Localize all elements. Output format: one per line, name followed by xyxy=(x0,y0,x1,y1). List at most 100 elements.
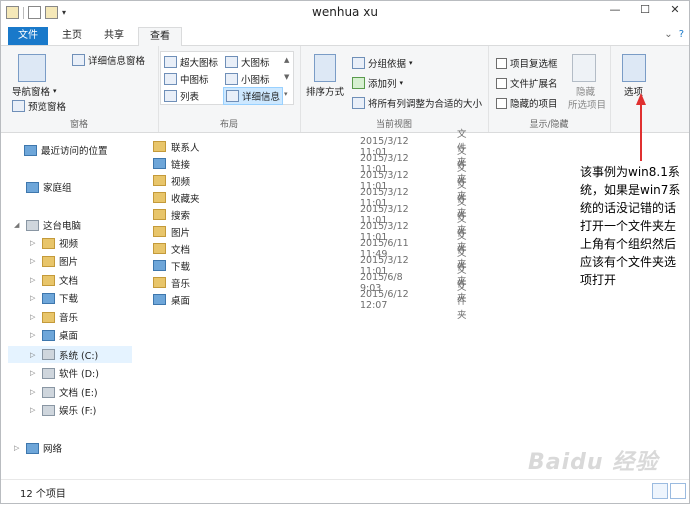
sort-icon[interactable] xyxy=(314,54,336,82)
nav-drive-d[interactable]: ▷ 软件 (D:) xyxy=(30,366,99,380)
options-icon[interactable] xyxy=(622,54,646,82)
xlarge-icons-icon xyxy=(164,56,177,68)
close-button[interactable]: ✕ xyxy=(660,0,690,20)
hidden-items-toggle[interactable]: 隐藏的项目 xyxy=(496,96,558,110)
sort-by-button[interactable]: 排序方式 xyxy=(306,84,344,98)
item-checkboxes-label: 项目复选框 xyxy=(510,59,558,70)
tab-home[interactable]: 主页 xyxy=(52,27,92,45)
nav-drive-f[interactable]: ▷ 娱乐 (F:) xyxy=(30,403,96,417)
file-extensions-toggle[interactable]: 文件扩展名 xyxy=(496,76,558,90)
chevron-right-icon[interactable]: ▷ xyxy=(30,406,38,414)
large-icons-view-button[interactable] xyxy=(670,483,686,499)
chevron-right-icon[interactable]: ▷ xyxy=(14,444,22,452)
minimize-button[interactable]: — xyxy=(600,0,630,20)
layout-list-label: 列表 xyxy=(180,92,200,103)
fit-columns-button[interactable]: 将所有列调整为合适的大小 xyxy=(352,96,482,110)
chevron-right-icon[interactable]: ▷ xyxy=(30,331,38,339)
layout-gallery-scroll[interactable]: ▲ ▼ ▾ xyxy=(284,52,289,103)
chevron-down-icon[interactable]: ◢ xyxy=(14,221,22,229)
nav-documents[interactable]: ▷ 文档 xyxy=(30,273,78,287)
annotation-line: 统的话没记错的话 xyxy=(580,201,677,215)
chevron-right-icon[interactable]: ▷ xyxy=(30,313,38,321)
nav-desktop[interactable]: ▷ 桌面 xyxy=(30,328,78,342)
nav-homegroup[interactable]: 家庭组 xyxy=(14,180,72,194)
checkbox[interactable] xyxy=(496,57,507,69)
checkbox[interactable] xyxy=(496,97,507,109)
hide-selected-label: 隐藏 xyxy=(576,87,596,98)
checkbox[interactable] xyxy=(496,77,507,89)
current-view-group: 排序方式 分组依据 ▾ 添加列 ▾ 将所有列调整为合适的大小 当前视图 xyxy=(300,46,489,132)
drive-f-icon xyxy=(42,404,55,416)
nav-videos[interactable]: ▷ 视频 xyxy=(30,236,78,250)
maximize-button[interactable]: ☐ xyxy=(630,0,660,20)
annotation-line: 打开一个文件夹左 xyxy=(580,219,677,233)
hide-selected-label-2: 所选项目 xyxy=(568,100,607,111)
tab-view[interactable]: 查看 xyxy=(138,27,182,47)
file-name: 图片 xyxy=(171,227,191,239)
file-name: 链接 xyxy=(171,159,191,171)
tab-share[interactable]: 共享 xyxy=(94,27,134,45)
chevron-right-icon[interactable]: ▷ xyxy=(30,351,38,359)
layout-list[interactable]: 列表 xyxy=(164,89,199,103)
nav-this-pc[interactable]: ◢ 这台电脑 xyxy=(14,218,81,232)
folder-icon xyxy=(153,209,166,220)
add-column-label: 添加列 xyxy=(368,79,397,90)
tab-file[interactable]: 文件 xyxy=(8,27,48,45)
layout-small-icons[interactable]: 小图标 xyxy=(225,72,270,86)
folder-icon xyxy=(153,175,166,186)
desktop-folder-icon xyxy=(42,329,55,341)
folder-icon xyxy=(153,226,166,237)
file-name: 视频 xyxy=(171,176,191,188)
nav-pane-button[interactable]: 导航窗格 ▾ xyxy=(12,84,57,98)
preview-pane-button[interactable]: 预览窗格 xyxy=(12,99,66,113)
panes-group-label: 窗格 xyxy=(69,120,88,130)
sort-by-label: 排序方式 xyxy=(306,87,345,98)
folder-icon xyxy=(153,192,166,203)
item-checkboxes-toggle[interactable]: 项目复选框 xyxy=(496,56,558,70)
nav-music[interactable]: ▷ 音乐 xyxy=(30,310,78,324)
nav-drive-d-label: 软件 (D:) xyxy=(59,369,99,380)
medium-icons-icon xyxy=(164,73,177,85)
folder-icon xyxy=(153,243,166,254)
ribbon-help-controls: ⌄ ? xyxy=(664,29,684,40)
nav-network[interactable]: ▷ 网络 xyxy=(14,441,62,455)
chevron-right-icon[interactable]: ▷ xyxy=(30,369,38,377)
help-icon[interactable]: ? xyxy=(679,29,684,40)
layout-large-icons[interactable]: 大图标 xyxy=(225,55,270,69)
nav-pane-icon[interactable] xyxy=(18,54,46,82)
group-by-label: 分组依据 xyxy=(368,59,407,70)
documents-folder-icon xyxy=(42,274,55,286)
chevron-right-icon[interactable]: ▷ xyxy=(30,257,38,265)
panes-group: 导航窗格 ▾ 预览窗格 详细信息窗格 窗格 xyxy=(0,46,159,132)
chevron-right-icon[interactable]: ▷ xyxy=(30,388,38,396)
annotation-line: 应该有个文件夹选 xyxy=(580,255,677,269)
annotation-line: 项打开 xyxy=(580,273,617,287)
group-by-button[interactable]: 分组依据 ▾ xyxy=(352,56,413,70)
details-pane-button[interactable]: 详细信息窗格 xyxy=(72,53,145,67)
chevron-right-icon[interactable]: ▷ xyxy=(30,239,38,247)
layout-xlarge-icons[interactable]: 超大图标 xyxy=(164,55,218,69)
nav-pictures[interactable]: ▷ 图片 xyxy=(30,254,78,268)
add-column-button[interactable]: 添加列 ▾ xyxy=(352,76,403,90)
nav-drive-e[interactable]: ▷ 文档 (E:) xyxy=(30,385,98,399)
downloads-folder-icon xyxy=(42,292,55,304)
chevron-right-icon[interactable]: ▷ xyxy=(30,294,38,302)
nav-recent-places[interactable]: 最近访问的位置 xyxy=(24,143,108,157)
layout-medium-icons[interactable]: 中图标 xyxy=(164,72,209,86)
file-name: 桌面 xyxy=(171,295,191,307)
show-hide-group: 项目复选框 文件扩展名 隐藏的项目 隐藏 所选项目 显示/隐藏 xyxy=(488,46,611,132)
chevron-right-icon[interactable]: ▷ xyxy=(30,276,38,284)
nav-drive-c[interactable]: ▷ 系统 (C:) xyxy=(8,346,132,363)
file-name: 联系人 xyxy=(171,142,200,154)
nav-drive-e-label: 文档 (E:) xyxy=(59,388,98,399)
fit-columns-icon xyxy=(352,97,365,109)
drive-d-icon xyxy=(42,367,55,379)
drive-e-icon xyxy=(42,386,55,398)
chevron-down-icon[interactable]: ⌄ xyxy=(664,29,672,40)
details-view-button[interactable] xyxy=(652,483,668,499)
details-pane-label: 详细信息窗格 xyxy=(88,56,146,67)
nav-downloads[interactable]: ▷ 下载 xyxy=(30,291,78,305)
annotation-text: 该事例为win8.1系 统，如果是win7系 统的话没记错的话 打开一个文件夹左… xyxy=(580,163,688,289)
layout-details[interactable]: 详细信息 xyxy=(223,87,284,105)
title-bar: ▾ wenhua xu — ☐ ✕ xyxy=(0,0,690,27)
